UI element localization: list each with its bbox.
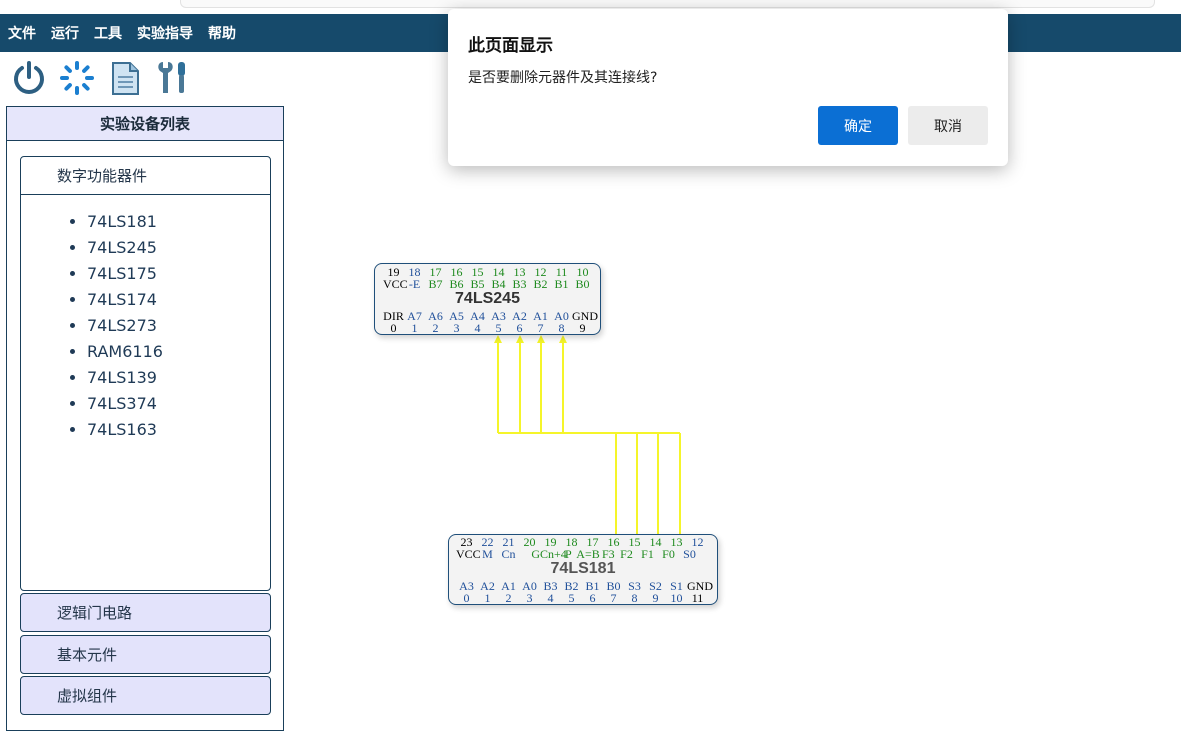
pin-label: -E [408,277,421,291]
accordion-basic-components[interactable]: 基本元件 [20,635,271,674]
pin-label: F1 [641,547,654,561]
pin-label: F2 [620,547,633,561]
pin-label: Cn [501,547,516,561]
chip-74ls245[interactable]: 19 18 17 16 15 14 13 12 11 10 VCC -E B7 … [374,263,601,335]
pin-number: 1 [411,321,418,335]
wire-arrowhead [516,335,524,343]
accordion-title-digital-devices[interactable]: 数字功能器件 [21,157,270,195]
pin-number: 6 [589,591,596,605]
menu-guide[interactable]: 实验指导 [137,23,193,43]
pin-label: B7 [428,277,443,291]
device-item-ram6116[interactable]: RAM6116 [87,339,270,365]
pin-number: 4 [547,591,554,605]
pin-number: 3 [453,321,460,335]
pin-label: F0 [662,547,675,561]
pin-label: P [565,547,572,561]
pin-number: 1 [484,591,491,605]
tools-icon[interactable] [154,59,192,97]
pin-label: B5 [470,277,485,291]
wire-arrowhead [494,335,502,343]
pin-label: G [531,547,540,561]
dialog-title: 此页面显示 [468,36,553,56]
device-item-74ls181[interactable]: 74LS181 [87,209,270,235]
pin-number: 2 [505,591,512,605]
pin-number: 5 [495,321,502,335]
pin-number: 8 [558,321,565,335]
loading-icon[interactable] [58,59,96,97]
power-icon[interactable] [10,59,48,97]
pin-number: 0 [390,321,397,335]
device-item-74ls174[interactable]: 74LS174 [87,287,270,313]
pin-numbers-bottom: 0 1 2 3 4 5 6 7 8 9 [383,322,593,334]
pin-number: 3 [526,591,533,605]
ok-button[interactable]: 确定 [818,106,898,145]
pin-number: 4 [474,321,481,335]
pin-label: A=B [576,547,600,561]
pin-number: 11 [691,591,704,605]
pin-number: 5 [568,591,575,605]
address-bar-edge [180,0,1155,8]
pin-label: S0 [683,547,696,561]
toolbar [10,58,192,98]
pin-label: B2 [533,277,548,291]
device-item-74ls245[interactable]: 74LS245 [87,235,270,261]
pin-number: 0 [463,591,470,605]
menu-tools[interactable]: 工具 [94,23,122,43]
chip-74ls181[interactable]: 23 22 21 20 19 18 17 16 15 14 13 12 VCC … [448,534,718,605]
pin-label: B1 [554,277,569,291]
device-item-74ls374[interactable]: 74LS374 [87,391,270,417]
pin-label: F3 [602,547,615,561]
pin-number: 6 [516,321,523,335]
pin-label: Cn+4 [540,547,567,561]
pin-number: 8 [631,591,638,605]
dialog-message: 是否要删除元器件及其连接线? [468,70,658,86]
pin-number: 7 [610,591,617,605]
pin-number: 10 [670,591,683,605]
pin-label: VCC [456,547,481,561]
chip-name: 74LS245 [455,290,520,307]
pin-label: B0 [575,277,590,291]
pin-number: 9 [652,591,659,605]
equipment-sidebar: 实验设备列表 数字功能器件 74LS181 74LS245 74LS175 74… [6,106,284,731]
cancel-button[interactable]: 取消 [908,106,988,145]
pin-number: 9 [579,321,586,335]
pin-label: VCC [383,277,408,291]
pin-label: M [482,547,493,561]
device-item-74ls175[interactable]: 74LS175 [87,261,270,287]
pin-label: B3 [512,277,527,291]
pin-label: B4 [491,277,506,291]
pin-number: 7 [537,321,544,335]
pin-labels-top: VCC -E B7 B6 B5 B4 B3 B2 B1 B0 [383,278,593,290]
pin-labels-top: VCC M Cn G Cn+4 P A=B F3 F2 F1 F0 S0 [456,548,700,560]
wire-arrowhead [537,335,545,343]
menu-file[interactable]: 文件 [8,23,36,43]
menu-run[interactable]: 运行 [51,23,79,43]
accordion-virtual-components[interactable]: 虚拟组件 [20,676,271,715]
device-item-74ls163[interactable]: 74LS163 [87,417,270,443]
document-icon[interactable] [106,59,144,97]
device-item-74ls273[interactable]: 74LS273 [87,313,270,339]
chip-name: 74LS181 [550,560,616,577]
sidebar-header: 实验设备列表 [7,107,283,141]
pin-numbers-bottom: 0 1 2 3 4 5 6 7 8 9 10 11 [456,592,708,604]
confirm-dialog: 此页面显示 是否要删除元器件及其连接线? 确定 取消 [448,9,1008,166]
pin-number: 2 [432,321,439,335]
device-item-74ls139[interactable]: 74LS139 [87,365,270,391]
wire-arrowhead [559,335,567,343]
menu-help[interactable]: 帮助 [208,23,236,43]
accordion-digital-devices: 数字功能器件 74LS181 74LS245 74LS175 74LS174 7… [20,156,271,591]
device-list: 74LS181 74LS245 74LS175 74LS174 74LS273 … [21,195,270,443]
accordion-logic-gates[interactable]: 逻辑门电路 [20,593,271,632]
pin-label: B6 [449,277,464,291]
